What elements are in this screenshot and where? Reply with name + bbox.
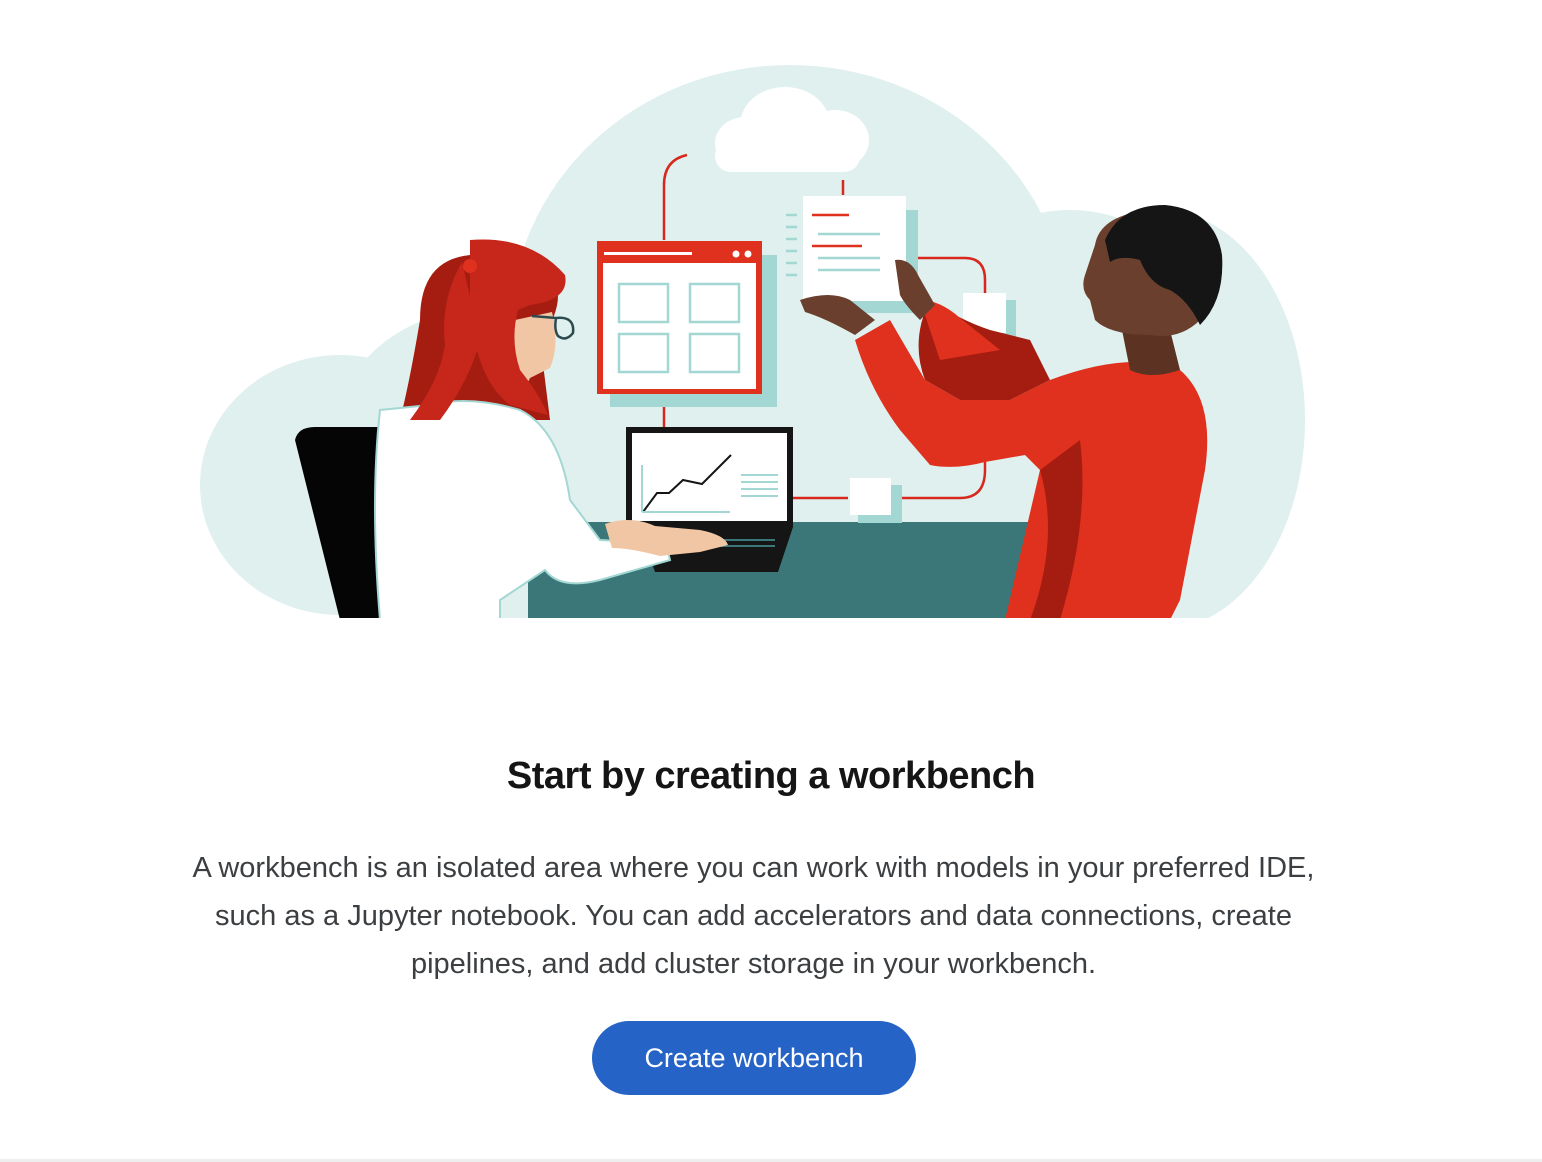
workbench-illustration <box>200 65 1305 618</box>
empty-state-description: A workbench is an isolated area where yo… <box>192 852 1315 980</box>
page-title: Start by creating a workbench <box>506 755 1036 798</box>
document-icon <box>786 196 918 313</box>
dashboard-window-icon <box>597 241 777 407</box>
create-workbench-button[interactable]: Create workbench <box>592 1021 916 1095</box>
